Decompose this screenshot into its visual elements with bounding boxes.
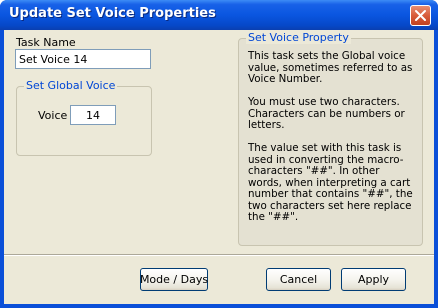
close-button[interactable] bbox=[410, 5, 431, 26]
close-icon bbox=[415, 10, 426, 21]
task-name-label: Task Name bbox=[16, 36, 76, 49]
voice-input[interactable]: 14 bbox=[70, 105, 116, 125]
set-voice-property-title: Set Voice Property bbox=[246, 31, 351, 44]
window-title: Update Set Voice Properties bbox=[9, 6, 216, 21]
button-separator bbox=[4, 254, 434, 256]
help-text: This task sets the Global voice value, s… bbox=[248, 50, 416, 235]
dialog-body: Task Name Set Voice 14 Set Global Voice … bbox=[4, 30, 434, 304]
help-paragraph-1: This task sets the Global voice value, s… bbox=[248, 50, 413, 85]
cancel-button[interactable]: Cancel bbox=[266, 268, 331, 291]
set-global-voice-group: Set Global Voice Voice 14 bbox=[16, 79, 152, 156]
apply-button[interactable]: Apply bbox=[341, 268, 406, 291]
help-paragraph-2: You must use two characters. Characters … bbox=[248, 96, 405, 131]
voice-label: Voice bbox=[38, 109, 68, 122]
set-global-voice-title: Set Global Voice bbox=[24, 79, 118, 92]
title-bar[interactable]: Update Set Voice Properties bbox=[0, 0, 438, 30]
help-paragraph-3: The value set with this task is used in … bbox=[248, 142, 413, 223]
mode-days-button[interactable]: Mode / Days bbox=[140, 268, 208, 291]
task-name-input[interactable]: Set Voice 14 bbox=[15, 49, 151, 69]
dialog-window: Update Set Voice Properties Task Name Se… bbox=[0, 0, 438, 308]
set-voice-property-panel: Set Voice Property This task sets the Gl… bbox=[238, 31, 423, 246]
